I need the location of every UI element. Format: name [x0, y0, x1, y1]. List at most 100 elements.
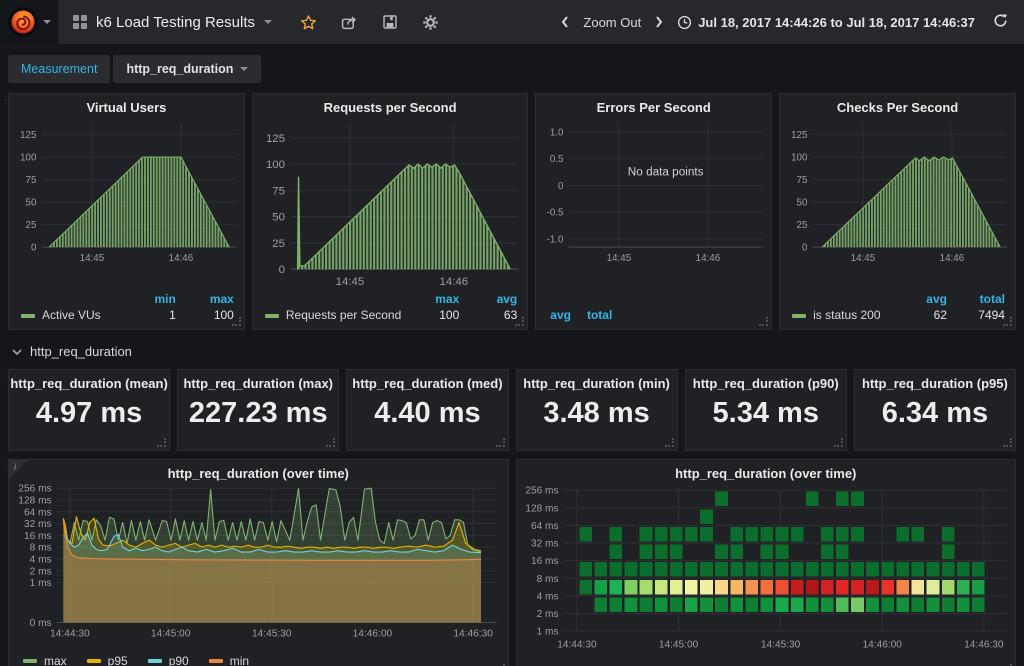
- svg-text:14:46: 14:46: [940, 253, 964, 264]
- legend-series-p95[interactable]: p95: [87, 654, 128, 666]
- checks-per-second-chart[interactable]: 14:4514:461251007550250: [780, 116, 1015, 267]
- svg-text:128 ms: 128 ms: [18, 496, 51, 507]
- legend-stat-header[interactable]: avg: [459, 292, 517, 306]
- legend-series-name[interactable]: is status 200: [792, 308, 889, 322]
- resize-handle[interactable]: [759, 317, 768, 326]
- panel-title[interactable]: http_req_duration (over time): [517, 460, 1016, 482]
- legend-stat-header[interactable]: avg: [889, 292, 947, 306]
- resize-handle[interactable]: [665, 438, 674, 447]
- duration-heatmap-chart[interactable]: 14:44:3014:45:0014:45:3014:46:0014:46:30…: [517, 482, 1016, 660]
- svg-text:No data points: No data points: [628, 166, 704, 179]
- svg-text:75: 75: [272, 185, 285, 197]
- svg-text:25: 25: [272, 238, 285, 250]
- svg-text:1 ms: 1 ms: [30, 578, 52, 589]
- stat-value: 5.34 ms: [686, 397, 846, 430]
- panel-title[interactable]: Checks Per Second: [780, 94, 1015, 116]
- legend-stat-header[interactable]: avg: [550, 308, 571, 322]
- svg-text:0: 0: [802, 243, 808, 254]
- svg-text:14:45: 14:45: [80, 253, 105, 264]
- svg-text:14:45:00: 14:45:00: [658, 639, 698, 650]
- panel-title[interactable]: http_req_duration (min): [517, 370, 677, 392]
- virtual-users-chart[interactable]: 14:4514:461251007550250: [9, 116, 244, 267]
- resize-handle[interactable]: [515, 317, 524, 326]
- legend-stat-value: 7494: [947, 308, 1005, 322]
- legend-series-min[interactable]: min: [209, 654, 249, 666]
- legend-series-name[interactable]: Active VUs: [21, 308, 118, 322]
- svg-text:0: 0: [279, 264, 285, 276]
- star-button[interactable]: [300, 14, 317, 31]
- panel-title[interactable]: http_req_duration (med): [347, 370, 507, 392]
- resize-handle[interactable]: [1003, 438, 1012, 447]
- panel-checks-per-second: Checks Per Second 14:4514:46125100755025…: [779, 93, 1016, 330]
- legend-stat-header[interactable]: max: [401, 292, 459, 306]
- chevron-right-icon: [653, 15, 665, 29]
- svg-text:8 ms: 8 ms: [30, 543, 52, 554]
- time-range-picker[interactable]: Jul 18, 2017 14:44:26 to Jul 18, 2017 14…: [677, 15, 975, 30]
- svg-text:100: 100: [791, 153, 808, 164]
- resize-handle[interactable]: [1003, 317, 1012, 326]
- panel-title[interactable]: http_req_duration (mean): [9, 370, 169, 392]
- stat-value: 227.23 ms: [178, 397, 338, 430]
- requests-per-second-chart[interactable]: 14:4514:461251007550250: [253, 116, 527, 292]
- stat-value: 6.34 ms: [855, 397, 1015, 430]
- svg-text:0: 0: [31, 243, 37, 254]
- svg-text:0.5: 0.5: [550, 154, 564, 165]
- svg-text:25: 25: [26, 220, 37, 231]
- refresh-button[interactable]: [993, 13, 1008, 31]
- legend-series-p90[interactable]: p90: [148, 654, 189, 666]
- save-icon: [382, 14, 398, 30]
- legend-series-max[interactable]: max: [23, 654, 67, 666]
- panel-title[interactable]: http_req_duration (p90): [686, 370, 846, 392]
- panel-legend: max p95 p90 min: [9, 653, 508, 666]
- share-button[interactable]: [341, 14, 358, 31]
- variable-value-dropdown[interactable]: http_req_duration: [113, 55, 261, 83]
- duration-over-time-chart[interactable]: 14:44:3014:45:0014:45:3014:46:0014:46:30…: [9, 482, 508, 653]
- resize-handle[interactable]: [232, 317, 241, 326]
- legend-stat-header[interactable]: max: [176, 292, 234, 306]
- svg-text:14:45: 14:45: [607, 253, 632, 264]
- refresh-icon: [993, 13, 1008, 28]
- svg-text:1 ms: 1 ms: [536, 627, 558, 638]
- variable-caret-icon: [240, 67, 248, 71]
- panel-title[interactable]: Requests per Second: [253, 94, 527, 116]
- legend-stat-header[interactable]: min: [118, 292, 176, 306]
- panel-legend: avgtotalis status 200627494: [780, 292, 1015, 329]
- svg-text:1.0: 1.0: [550, 127, 564, 138]
- errors-per-second-chart[interactable]: 14:4514:461.00.50-0.5-1.0No data points: [536, 116, 771, 267]
- svg-text:14:46:00: 14:46:00: [353, 629, 393, 640]
- time-back-button[interactable]: [559, 15, 571, 29]
- zoom-out-button[interactable]: Zoom Out: [583, 15, 641, 30]
- svg-text:64 ms: 64 ms: [24, 507, 52, 518]
- legend-stat-header[interactable]: total: [587, 308, 612, 322]
- panel-title[interactable]: Errors Per Second: [536, 94, 771, 116]
- resize-handle[interactable]: [834, 438, 843, 447]
- svg-text:50: 50: [26, 198, 37, 209]
- dashboard-title-menu[interactable]: k6 Load Testing Results: [58, 0, 286, 44]
- panel-title[interactable]: http_req_duration (p95): [855, 370, 1015, 392]
- svg-text:16 ms: 16 ms: [530, 556, 558, 567]
- panel-title[interactable]: http_req_duration (max): [178, 370, 338, 392]
- resize-handle[interactable]: [326, 438, 335, 447]
- settings-button[interactable]: [422, 14, 439, 31]
- row-toggle-http-req-duration[interactable]: http_req_duration: [0, 338, 1024, 369]
- svg-text:14:46:00: 14:46:00: [862, 639, 902, 650]
- panel-duration-over-time-heatmap: http_req_duration (over time) 14:44:3014…: [516, 459, 1017, 666]
- svg-text:14:46: 14:46: [439, 276, 468, 288]
- variable-value-text: http_req_duration: [126, 62, 233, 76]
- legend-stat-header[interactable]: total: [947, 292, 1005, 306]
- panel-info-icon[interactable]: i: [9, 460, 29, 480]
- time-forward-button[interactable]: [653, 15, 665, 29]
- resize-handle[interactable]: [496, 438, 505, 447]
- svg-text:14:46: 14:46: [169, 253, 193, 264]
- panel-title[interactable]: http_req_duration (over time): [9, 460, 508, 482]
- svg-text:14:45:30: 14:45:30: [252, 629, 292, 640]
- panel-title[interactable]: Virtual Users: [9, 94, 244, 116]
- svg-text:14:45:00: 14:45:00: [151, 629, 191, 640]
- svg-text:100: 100: [20, 153, 37, 164]
- legend-series-name[interactable]: Requests per Second: [265, 308, 401, 322]
- svg-text:75: 75: [26, 175, 37, 186]
- svg-text:4 ms: 4 ms: [536, 591, 558, 602]
- grafana-logo[interactable]: [0, 0, 58, 44]
- save-button[interactable]: [382, 14, 398, 30]
- resize-handle[interactable]: [157, 438, 166, 447]
